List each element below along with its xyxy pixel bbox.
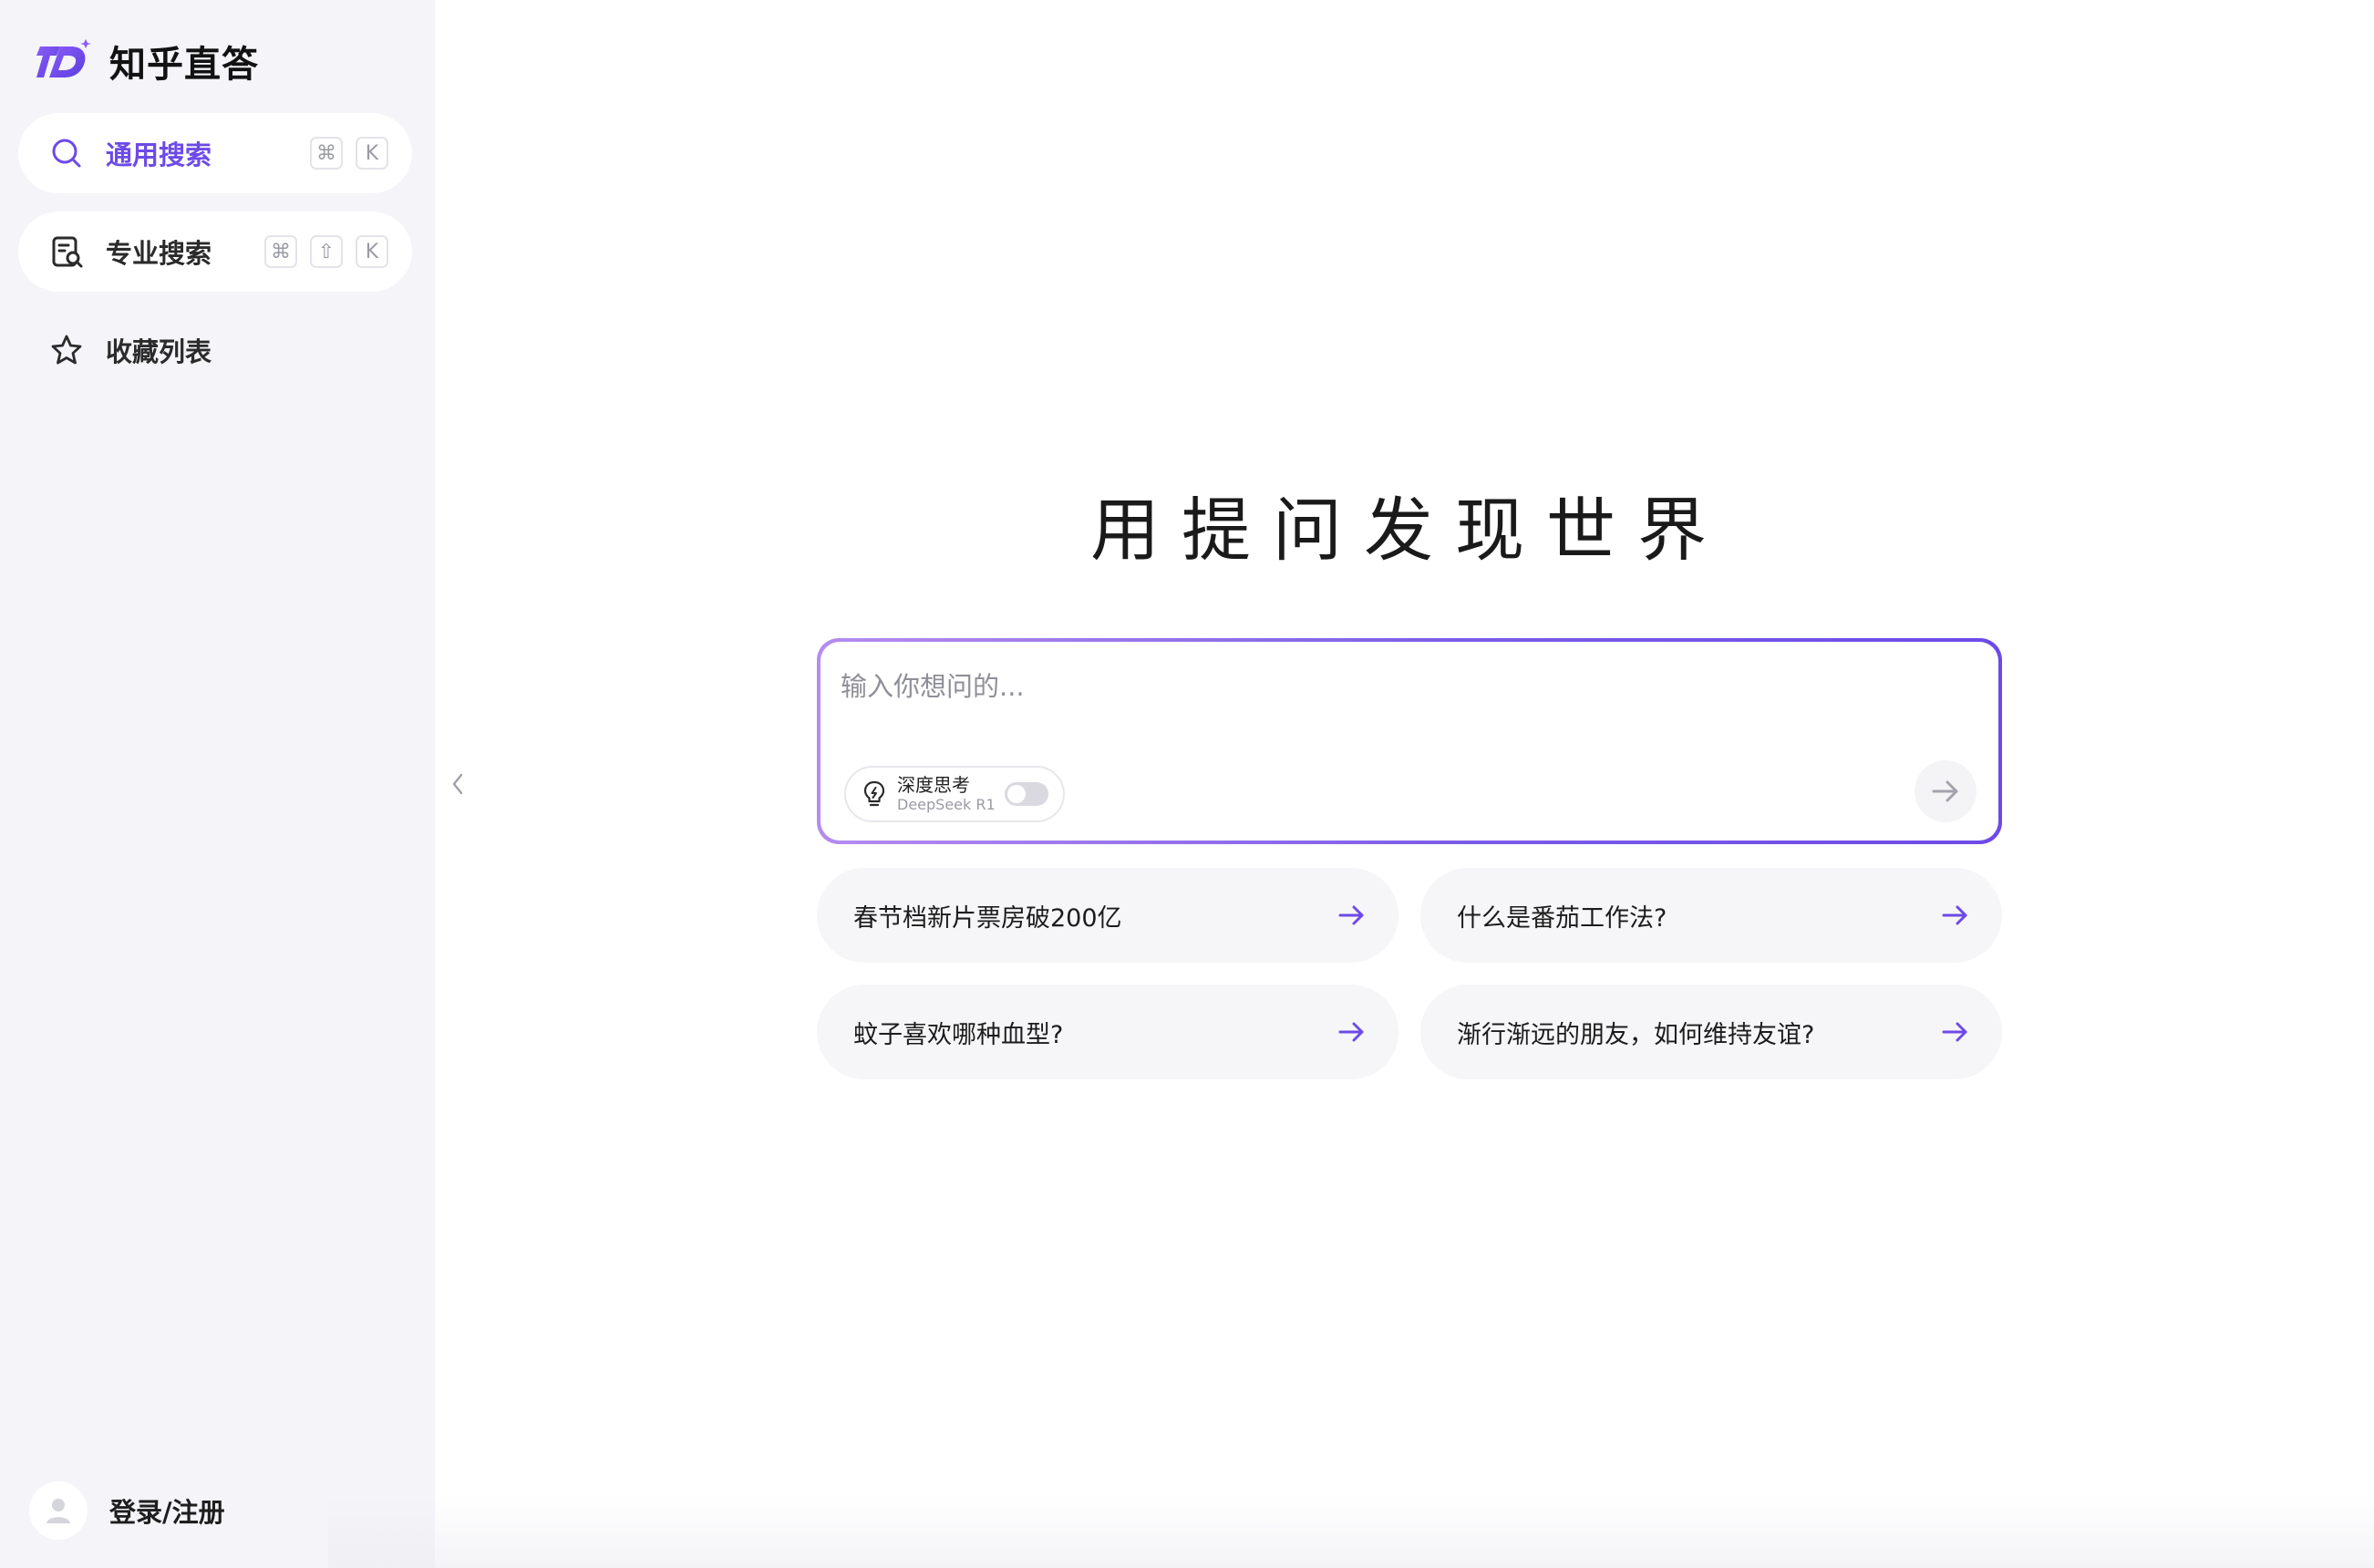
suggestion-text: 渐行渐远的朋友，如何维持友谊?	[1457, 1020, 1815, 1049]
suggestion-text: 蚊子喜欢哪种血型?	[853, 1020, 1064, 1049]
zhida-logo-icon	[36, 39, 91, 77]
arrow-right-icon	[1942, 905, 1967, 925]
nav-general-search-label: 通用搜索	[106, 139, 212, 170]
deep-think-toggle[interactable]: 深度思考 DeepSeek R1	[844, 766, 1065, 822]
suggestion-card[interactable]: 渐行渐远的朋友，如何维持友谊?	[1420, 985, 2002, 1079]
nav-pro-search[interactable]: 专业搜索 ⌘ ⇧ K	[18, 211, 412, 292]
app: 知乎直答 通用搜索 ⌘ K 专业搜索 ⌘ ⇧ K 收藏列表 登录/注册 用提问发…	[0, 0, 2374, 1568]
kbd-shift: ⇧	[310, 235, 343, 268]
kbd-k: K	[356, 137, 388, 170]
switch-knob	[1006, 785, 1026, 803]
nav-pro-search-label: 专业搜索	[106, 238, 212, 269]
arrow-right-icon	[1932, 780, 1958, 802]
deep-think-texts: 深度思考 DeepSeek R1	[897, 774, 996, 814]
bulb-icon	[863, 780, 885, 807]
nav-favorites[interactable]: 收藏列表	[18, 310, 412, 390]
kbd-command: ⌘	[264, 235, 297, 268]
brand-logo[interactable]: 知乎直答	[36, 35, 259, 88]
arrow-right-icon	[1338, 1022, 1364, 1042]
bottom-fade	[328, 1495, 2374, 1568]
arrow-right-icon	[1338, 905, 1364, 925]
search-icon	[52, 139, 81, 168]
shortcut-hint: ⌘ ⇧ K	[264, 235, 388, 268]
deep-think-model: DeepSeek R1	[897, 796, 996, 813]
collapse-sidebar-chevron-left-icon[interactable]	[449, 768, 467, 800]
suggestion-text: 什么是番茄工作法?	[1457, 903, 1667, 933]
question-input[interactable]	[841, 664, 1935, 709]
arrow-right-icon	[1942, 1022, 1967, 1042]
kbd-k: K	[356, 235, 388, 268]
deep-think-switch[interactable]	[1004, 782, 1048, 806]
login-register[interactable]: 登录/注册	[29, 1481, 225, 1540]
nav-favorites-label: 收藏列表	[106, 336, 212, 367]
question-composer: 深度思考 DeepSeek R1	[817, 638, 2002, 844]
login-register-label: 登录/注册	[109, 1497, 225, 1528]
send-button[interactable]	[1915, 760, 1977, 822]
composer-body: 深度思考 DeepSeek R1	[821, 642, 1998, 841]
kbd-command: ⌘	[310, 137, 343, 170]
suggestion-text: 春节档新片票房破200亿	[853, 903, 1122, 933]
user-avatar-icon	[29, 1481, 88, 1540]
brand-name: 知乎直答	[109, 44, 259, 86]
sidebar: 知乎直答 通用搜索 ⌘ K 专业搜索 ⌘ ⇧ K 收藏列表 登录/注册	[0, 0, 435, 1568]
shortcut-hint: ⌘ K	[310, 137, 388, 170]
suggestion-card[interactable]: 蚊子喜欢哪种血型?	[817, 985, 1399, 1079]
suggestion-card[interactable]: 春节档新片票房破200亿	[817, 868, 1399, 963]
doc-search-icon	[52, 236, 83, 268]
suggestion-card[interactable]: 什么是番茄工作法?	[1420, 868, 2002, 963]
nav-general-search[interactable]: 通用搜索 ⌘ K	[18, 113, 412, 193]
star-icon	[51, 335, 82, 365]
page-title: 用提问发现世界	[1090, 490, 1729, 571]
deep-think-label: 深度思考	[897, 774, 970, 796]
